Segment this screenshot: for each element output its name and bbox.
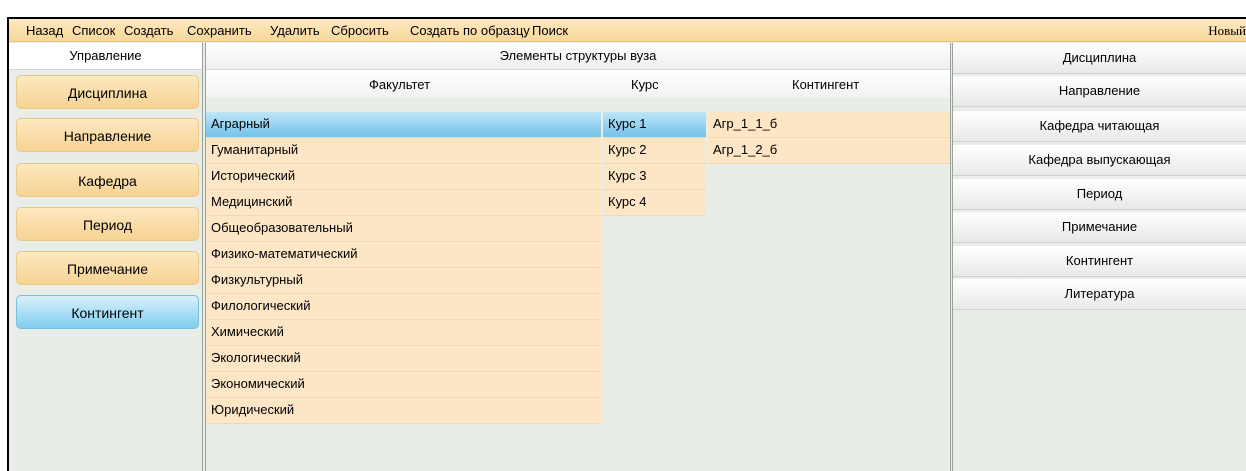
faculty-item[interactable]: Физкультурный — [206, 268, 601, 294]
faculty-item[interactable]: Аграрный — [206, 112, 601, 138]
menu-create-from-template[interactable]: Создать по образцу — [410, 23, 530, 38]
menu-delete[interactable]: Удалить — [270, 23, 320, 38]
faculty-item[interactable]: Юридический — [206, 398, 601, 424]
nav-button-direction[interactable]: Направление — [16, 118, 199, 152]
faculty-item[interactable]: Химический — [206, 320, 601, 346]
course-item[interactable]: Курс 3 — [603, 164, 706, 190]
faculty-item[interactable]: Исторический — [206, 164, 601, 190]
right-button-direction[interactable]: Направление — [953, 76, 1246, 107]
faculty-column-header: Факультет — [369, 77, 431, 92]
menu-save[interactable]: Сохранить — [187, 23, 252, 38]
course-item[interactable]: Курс 4 — [603, 190, 706, 216]
structure-panel-header: Элементы структуры вуза — [206, 43, 950, 70]
nav-button-department[interactable]: Кафедра — [16, 163, 199, 197]
faculty-item[interactable]: Физико-математический — [206, 242, 601, 268]
right-button-literature[interactable]: Литература — [953, 279, 1246, 310]
course-item[interactable]: Курс 2 — [603, 138, 706, 164]
faculty-item[interactable]: Медицинский — [206, 190, 601, 216]
nav-button-discipline[interactable]: Дисциплина — [16, 75, 199, 109]
structure-column-headers: Факультет Курс Контингент — [206, 70, 950, 98]
structure-panel: Элементы структуры вуза Факультет Курс К… — [205, 43, 951, 471]
right-button-contingent[interactable]: Контингент — [953, 246, 1246, 277]
app-window: Назад Список Создать Сохранить Удалить С… — [7, 17, 1246, 471]
control-panel: Управление Дисциплина Направление Кафедр… — [9, 43, 203, 471]
right-button-graduating-department[interactable]: Кафедра выпускающая — [953, 145, 1246, 176]
faculty-item[interactable]: Филологический — [206, 294, 601, 320]
nav-button-contingent[interactable]: Контингент — [16, 295, 199, 329]
menu-bar: Назад Список Создать Сохранить Удалить С… — [9, 19, 1246, 42]
course-item[interactable]: Курс 1 — [603, 112, 706, 138]
nav-button-period[interactable]: Период — [16, 207, 199, 241]
faculty-item[interactable]: Общеобразовательный — [206, 216, 601, 242]
right-button-teaching-department[interactable]: Кафедра читающая — [953, 111, 1246, 142]
menu-list[interactable]: Список — [72, 23, 115, 38]
attributes-panel: Дисциплина Направление Кафедра читающая … — [952, 43, 1246, 471]
right-button-discipline[interactable]: Дисциплина — [953, 43, 1246, 74]
faculty-item[interactable]: Экологический — [206, 346, 601, 372]
contingent-item[interactable]: Агр_1_1_б — [708, 112, 950, 138]
menu-back[interactable]: Назад — [26, 23, 63, 38]
contingent-column-header: Контингент — [792, 77, 860, 92]
contingent-item[interactable]: Агр_1_2_б — [708, 138, 950, 164]
control-panel-header: Управление — [9, 43, 202, 70]
menu-reset[interactable]: Сбросить — [331, 23, 389, 38]
faculty-item[interactable]: Экономический — [206, 372, 601, 398]
menu-search[interactable]: Поиск — [532, 23, 568, 38]
course-column-header: Курс — [631, 77, 659, 92]
right-button-period[interactable]: Период — [953, 179, 1246, 210]
menu-create[interactable]: Создать — [124, 23, 173, 38]
right-button-note[interactable]: Примечание — [953, 212, 1246, 243]
record-status-label: Новый — [1208, 23, 1246, 38]
nav-button-note[interactable]: Примечание — [16, 251, 199, 285]
faculty-item[interactable]: Гуманитарный — [206, 138, 601, 164]
